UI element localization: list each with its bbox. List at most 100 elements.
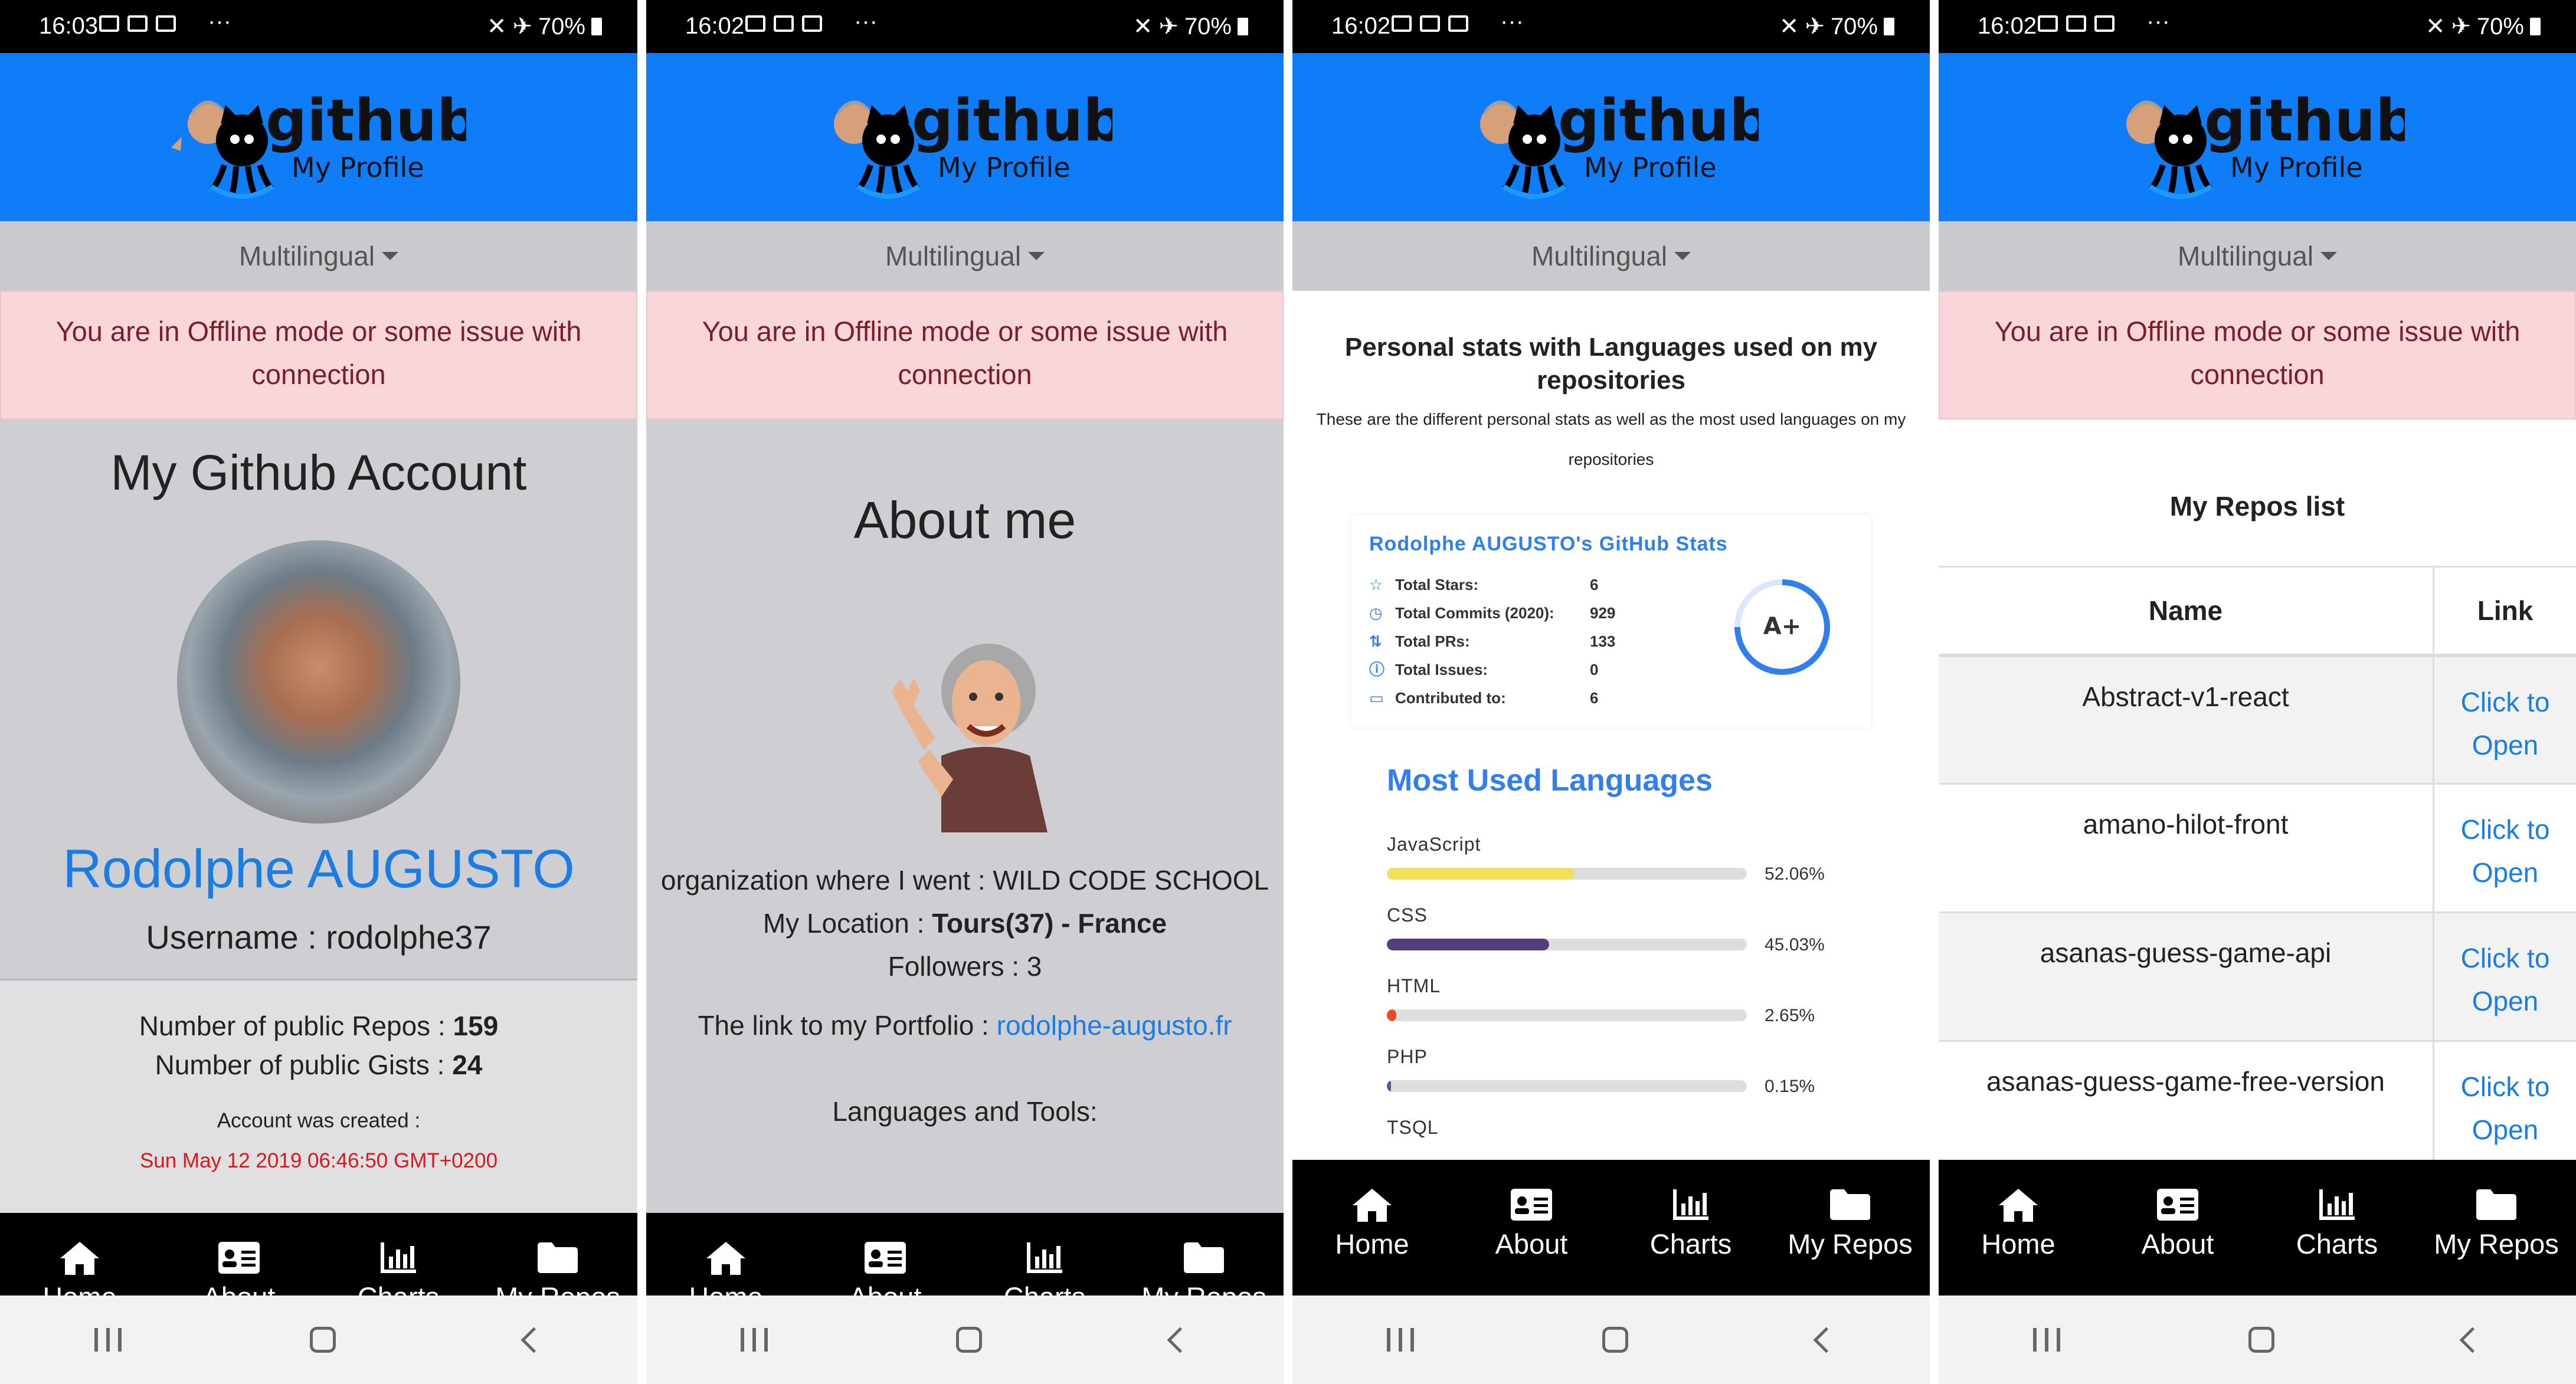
table-row: Abstract-v1-react Click to Open <box>1939 655 2576 784</box>
back-icon[interactable] <box>1167 1327 1193 1353</box>
languages-card: Most Used Languages JavaScript 52.06% CSS 4… <box>1351 739 1871 1160</box>
image-notification-icon <box>99 15 119 32</box>
mail-notification-icon <box>2094 15 2115 32</box>
stat-row: ◷ Total Commits (2020): 929 <box>1369 599 1615 627</box>
language-percent: 52.06% <box>1765 864 1825 884</box>
repo-icon: ▭ <box>1369 689 1384 707</box>
offline-alert: You are in Offline mode or some issue wi… <box>0 291 637 419</box>
page-title: About me <box>853 491 1076 549</box>
system-nav-bar <box>1939 1296 2576 1384</box>
nav-my-repos[interactable]: My Repos <box>1770 1160 1930 1296</box>
language-bar-fill <box>1387 939 1549 950</box>
home-icon <box>1998 1186 2039 1223</box>
bottom-nav: Home About Charts My Repos <box>1939 1160 2576 1296</box>
nav-about[interactable]: About <box>1452 1160 1611 1296</box>
star-icon: ☆ <box>1369 576 1383 593</box>
grade-ring: A+ <box>1734 579 1830 675</box>
language-bar-track <box>1387 939 1747 950</box>
stat-row: ⇅ Total PRs: 133 <box>1369 627 1615 655</box>
avatar <box>177 540 460 824</box>
status-bar: 16:02 ··· ✕ ✈ 70% <box>646 0 1284 53</box>
offline-alert: You are in Offline mode or some issue wi… <box>1939 291 2576 419</box>
system-nav-bar <box>0 1296 637 1384</box>
bar-chart-icon <box>2318 1186 2356 1223</box>
nav-home[interactable]: Home <box>1292 1160 1452 1296</box>
back-icon[interactable] <box>1813 1327 1839 1353</box>
nav-about[interactable]: About <box>2098 1160 2257 1296</box>
bottom-nav: Home About Charts My Repos <box>1292 1160 1930 1296</box>
svg-text:My Profile: My Profile <box>2230 152 2363 183</box>
issue-icon: ⓘ <box>1369 661 1385 678</box>
page-title: My Repos list <box>2169 491 2345 522</box>
id-card-icon <box>1510 1186 1553 1223</box>
offline-alert: You are in Offline mode or some issue wi… <box>646 291 1284 419</box>
language-selector[interactable]: Multilingual <box>646 221 1284 291</box>
page-title: Personal stats with Languages used on my… <box>1344 333 1878 395</box>
repo-open-link[interactable]: Click to Open <box>2461 943 2550 1016</box>
language-row: TSQL <box>1387 1117 1859 1160</box>
svg-text:github: github <box>1558 87 1759 155</box>
repo-open-link[interactable]: Click to Open <box>2461 814 2550 888</box>
home-button-icon[interactable] <box>310 1327 336 1353</box>
grade-text: A+ <box>1763 613 1801 640</box>
svg-text:github: github <box>912 87 1112 155</box>
bar-chart-icon <box>1672 1186 1710 1223</box>
repo-name: asanas-guess-game-free-version <box>1939 1041 2434 1160</box>
mail-notification-icon <box>2066 15 2086 32</box>
history-icon: ◷ <box>1369 604 1383 622</box>
portfolio-link[interactable]: rodolphe-augusto.fr <box>997 1010 1232 1041</box>
svg-text:github: github <box>2204 87 2405 155</box>
github-logo: github My Profile <box>834 87 1112 199</box>
account-stats: Number of public Repos : 159 Number of p… <box>0 979 637 1213</box>
repo-open-link[interactable]: Click to Open <box>2461 687 2550 760</box>
svg-text:My Profile: My Profile <box>1584 152 1717 183</box>
caret-down-icon <box>2320 252 2338 260</box>
nav-charts[interactable]: Charts <box>1611 1160 1770 1296</box>
repo-open-link[interactable]: Click to Open <box>2461 1071 2550 1145</box>
mute-icon: ✕ <box>486 14 507 40</box>
bar-chart-icon <box>1026 1239 1063 1276</box>
app-header: github My Profile <box>1939 53 2576 221</box>
caret-down-icon <box>1674 252 1691 260</box>
home-button-icon[interactable] <box>2248 1327 2275 1353</box>
more-notifications-icon: ··· <box>208 8 231 34</box>
stats-title: Rodolphe AUGUSTO's GitHub Stats <box>1369 533 1728 555</box>
language-selector[interactable]: Multilingual <box>1939 221 2576 291</box>
image-notification-icon <box>745 15 765 32</box>
recent-apps-icon[interactable] <box>2032 1328 2060 1352</box>
language-bar-track <box>1387 1009 1747 1021</box>
profile-name: Rodolphe AUGUSTO <box>63 839 575 899</box>
id-card-icon <box>218 1239 260 1276</box>
portfolio-line: The link to my Portfolio : rodolphe-augu… <box>698 1010 1232 1041</box>
airplane-icon: ✈ <box>1158 14 1179 40</box>
avatar-cartoon <box>892 644 1048 832</box>
languages-tools-heading: Languages and Tools: <box>832 1096 1098 1127</box>
battery-icon <box>1238 18 1248 35</box>
home-button-icon[interactable] <box>1602 1327 1629 1353</box>
id-card-icon <box>2156 1186 2199 1223</box>
back-icon[interactable] <box>2459 1327 2486 1353</box>
github-logo: github My Profile <box>1480 87 1759 199</box>
about-details: organization where I went : WILD CODE SC… <box>660 865 1269 982</box>
language-bar-track <box>1387 868 1747 880</box>
back-icon[interactable] <box>521 1327 547 1353</box>
nav-charts[interactable]: Charts <box>2257 1160 2417 1296</box>
nav-home[interactable]: Home <box>1939 1160 2098 1296</box>
recent-apps-icon[interactable] <box>94 1328 122 1352</box>
home-button-icon[interactable] <box>956 1327 983 1353</box>
language-selector[interactable]: Multilingual <box>0 221 637 291</box>
folder-icon <box>1183 1239 1225 1276</box>
mail-notification-icon <box>802 15 822 32</box>
table-row: asanas-guess-game-api Click to Open <box>1939 912 2576 1041</box>
language-selector[interactable]: Multilingual <box>1292 221 1930 291</box>
status-bar: 16:03 ··· ✕ ✈ 70% <box>0 0 637 53</box>
recent-apps-icon[interactable] <box>740 1328 768 1352</box>
status-time: 16:03 <box>39 13 99 39</box>
language-name: PHP <box>1387 1046 1428 1067</box>
mail-notification-icon <box>774 15 794 32</box>
nav-my-repos[interactable]: My Repos <box>2417 1160 2576 1296</box>
caret-down-icon <box>1028 252 1045 260</box>
screen-my-repos: 16:02 ··· ✕ ✈ 70% github My Profile Multil… <box>1939 0 2576 1384</box>
app-header: github My Profile <box>646 53 1284 221</box>
recent-apps-icon[interactable] <box>1386 1328 1414 1352</box>
